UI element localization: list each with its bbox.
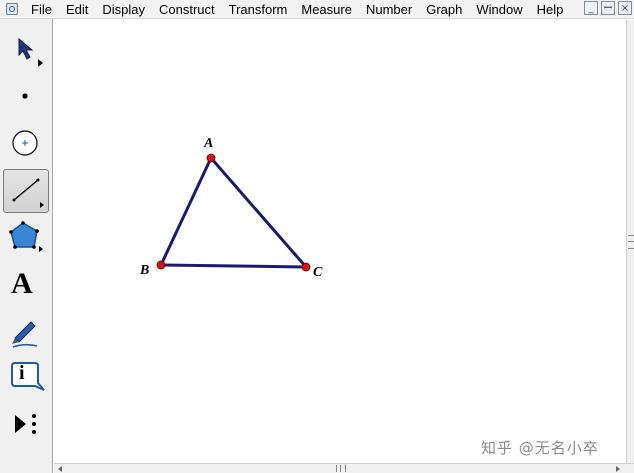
info-icon (11, 362, 45, 391)
point-icon (22, 93, 28, 99)
text-tool[interactable]: A (3, 263, 49, 307)
circle-icon (12, 130, 38, 156)
info-glyph: i (19, 362, 25, 384)
marker-tool[interactable] (3, 310, 49, 354)
vertical-scrollbar[interactable] (626, 20, 634, 463)
menu-construct[interactable]: Construct (152, 0, 222, 19)
menu-number[interactable]: Number (359, 0, 419, 19)
point-tool[interactable] (3, 75, 49, 119)
triangle-figure (156, 153, 311, 272)
arrow-select-tool[interactable] (3, 29, 49, 73)
menu-transform[interactable]: Transform (222, 0, 295, 19)
menu-help[interactable]: Help (530, 0, 571, 19)
point-c[interactable] (301, 262, 311, 272)
scroll-left-icon[interactable] (58, 466, 62, 472)
scroll-right-icon[interactable] (616, 466, 620, 472)
vertical-scroll-thumb[interactable] (628, 235, 634, 249)
menu-display[interactable]: Display (95, 0, 152, 19)
horizontal-scroll-thumb[interactable] (336, 465, 346, 472)
point-b[interactable] (156, 260, 166, 270)
window-controls: _ ꟷ × (584, 1, 632, 15)
segment-bc[interactable] (159, 263, 308, 269)
polygon-tool[interactable] (3, 216, 49, 260)
arrow-icon (18, 37, 43, 67)
point-label-c[interactable]: C (313, 265, 322, 281)
watermark: 知乎 @无名小卒 (481, 439, 599, 457)
horizontal-scrollbar[interactable] (54, 463, 634, 473)
point-a[interactable] (206, 153, 216, 163)
restore-button[interactable]: ꟷ (601, 1, 615, 15)
text-icon: A (11, 267, 33, 300)
segment-ab[interactable] (159, 156, 213, 267)
point-label-b[interactable]: B (140, 263, 149, 279)
menu-window[interactable]: Window (469, 0, 529, 19)
menu-measure[interactable]: Measure (294, 0, 359, 19)
minimize-button[interactable]: _ (584, 1, 598, 15)
menu-edit[interactable]: Edit (59, 0, 95, 19)
compass-circle-tool[interactable] (3, 122, 49, 166)
marker-pen-icon (12, 321, 38, 348)
close-button[interactable]: × (618, 1, 632, 15)
custom-tool[interactable] (3, 404, 49, 448)
information-tool[interactable]: i (3, 357, 49, 401)
polygon-icon (9, 221, 43, 252)
sketch-canvas[interactable]: A B C (54, 20, 626, 463)
menu-file[interactable]: File (24, 0, 59, 19)
segment-icon (12, 178, 44, 208)
toolbox: A i (0, 19, 53, 473)
menu-graph[interactable]: Graph (419, 0, 469, 19)
app-icon[interactable] (6, 3, 18, 15)
menu-bar: File Edit Display Construct Transform Me… (0, 0, 634, 19)
straightedge-segment-tool[interactable] (3, 169, 49, 213)
segment-ca[interactable] (209, 156, 308, 269)
custom-tools-icon (15, 414, 36, 434)
point-label-a[interactable]: A (204, 136, 213, 152)
